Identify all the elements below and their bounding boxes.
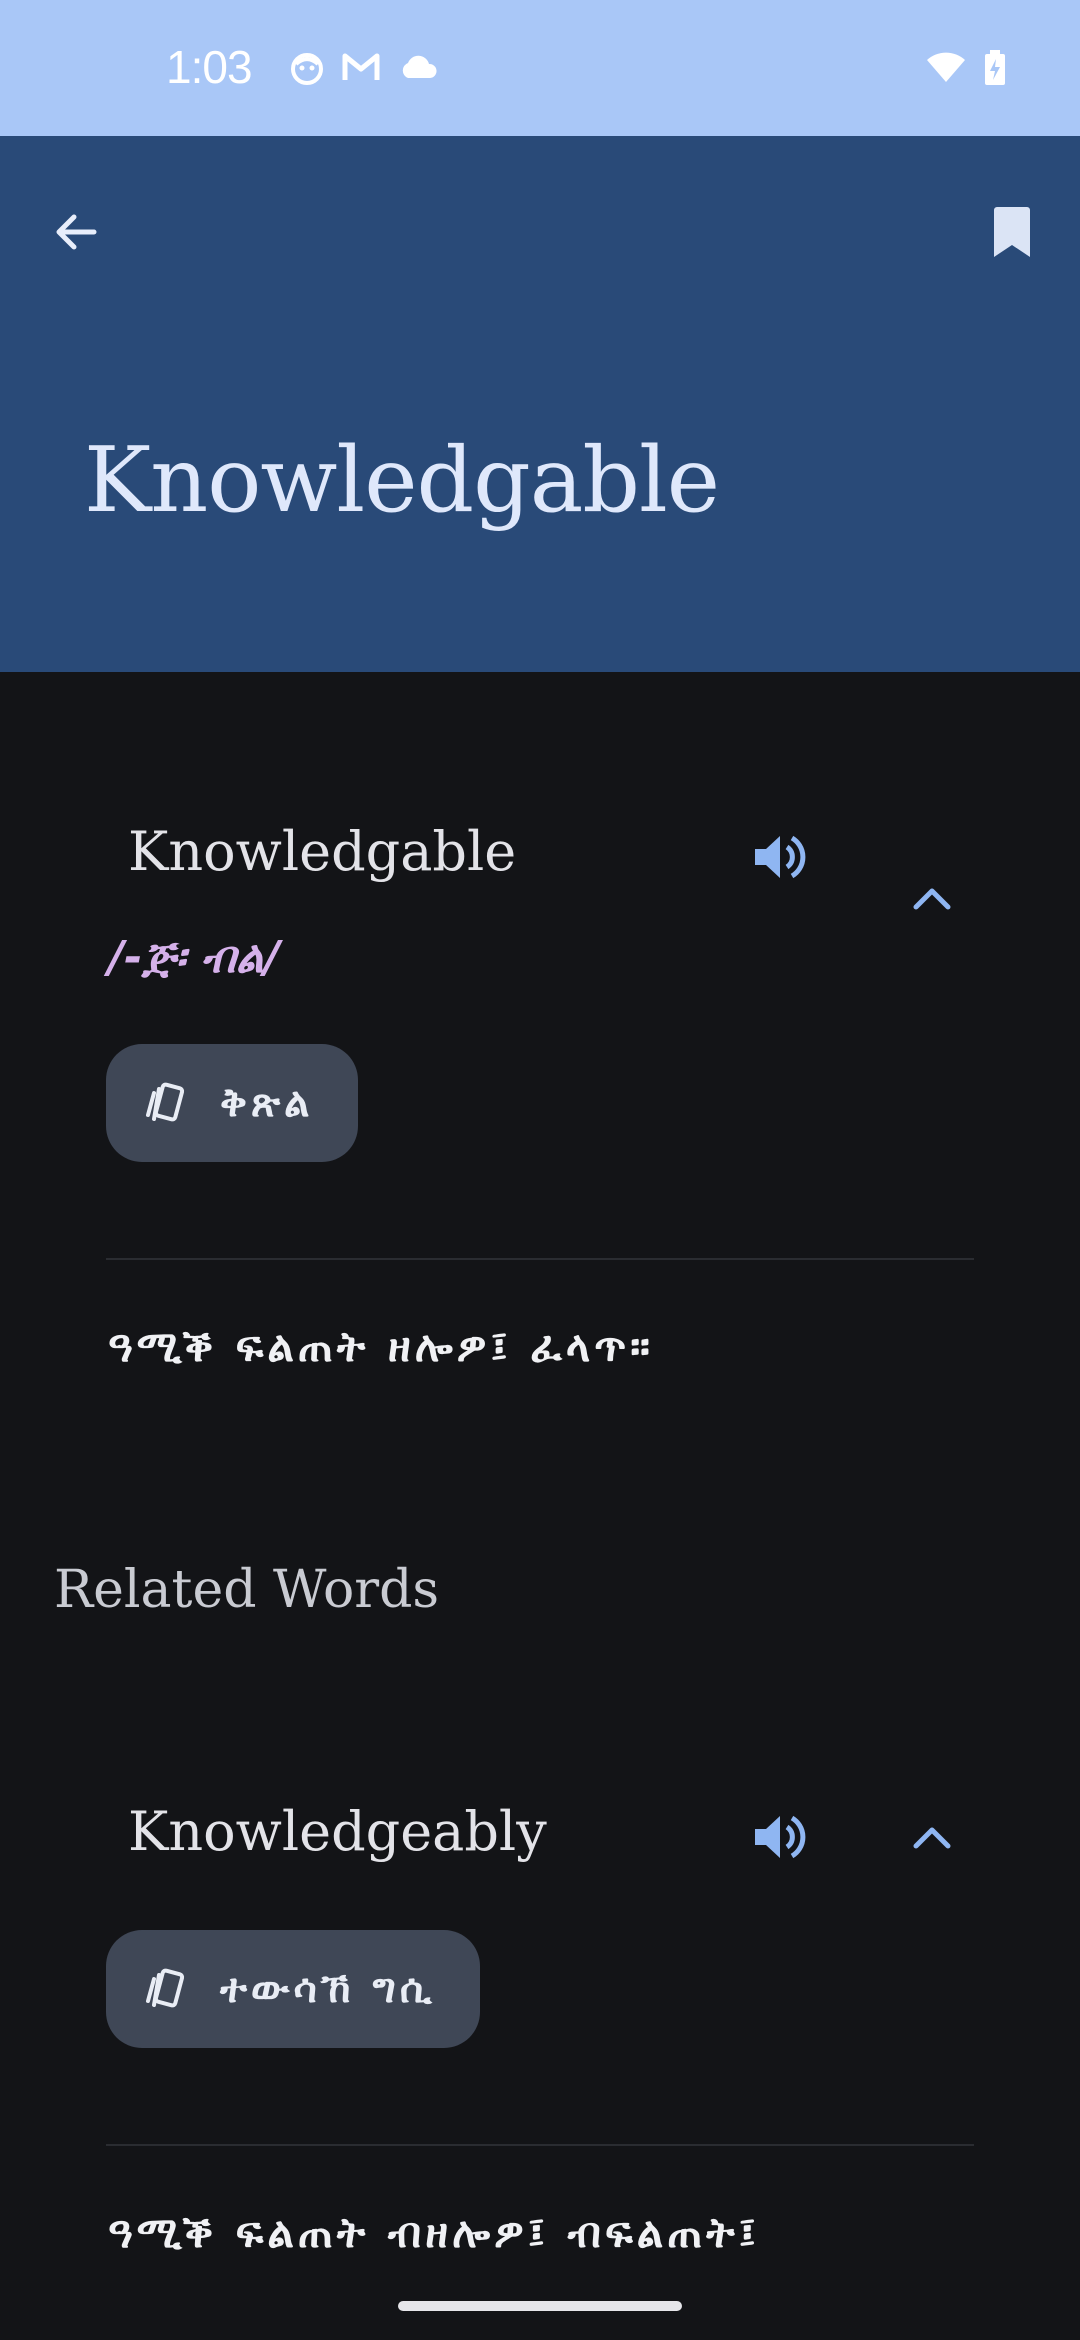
- related-definition-text: ዓሚቕ ፍልጠት ብዘሎዎ፤ ብፍልጠት፤: [108, 2208, 760, 2257]
- face-icon: [290, 52, 324, 90]
- part-of-speech-chip: ቅጽል: [106, 1044, 358, 1162]
- status-bar: 1:03: [0, 0, 1080, 136]
- pronunciation: /-ጅ፡ ብል/: [108, 932, 280, 983]
- definition-text: ዓሚቕ ፍልጠት ዘሎዎ፤ ፈላጥ።: [108, 1322, 654, 1371]
- back-button[interactable]: [38, 194, 114, 270]
- cards-icon: [146, 1082, 185, 1122]
- battery-charging-icon: [984, 50, 1006, 90]
- app-header: Knowledgable: [0, 136, 1080, 672]
- gmail-icon: [342, 52, 380, 90]
- status-icons-right: [926, 50, 1006, 90]
- related-entry-card: Knowledgeably ተውሳኸ ግሲ ዓሚቕ ፍልጠት ብዘሎዎ፤ ብፍል…: [54, 1760, 1026, 2340]
- wifi-icon: [926, 50, 966, 90]
- arrow-back-icon: [56, 214, 97, 250]
- chevron-up-icon: [913, 1827, 951, 1849]
- speaker-icon: [755, 835, 806, 879]
- related-part-of-speech-chip: ተውሳኸ ግሲ: [106, 1930, 480, 2048]
- main-entry-card: Knowledgable /-ጅ፡ ብል/ ቅጽል ዓሚቕ ፍልጠት ዘሎዎ፤ …: [54, 740, 1026, 1460]
- related-collapse-button[interactable]: [900, 1805, 964, 1869]
- related-words-heading: Related Words: [54, 1560, 440, 1620]
- entry-word: Knowledgable: [128, 820, 517, 883]
- status-icons-left: [290, 52, 438, 90]
- related-entry-word: Knowledgeably: [128, 1800, 547, 1863]
- pronounce-button[interactable]: [748, 825, 812, 889]
- divider: [106, 2144, 974, 2146]
- collapse-button[interactable]: [900, 866, 964, 930]
- related-part-of-speech-label: ተውሳኸ ግሲ: [220, 1966, 436, 2012]
- page-title: Knowledgable: [84, 428, 720, 533]
- bookmark-icon: [994, 207, 1030, 257]
- bookmark-button[interactable]: [974, 194, 1050, 270]
- cards-icon: [146, 1968, 185, 2008]
- speaker-icon: [755, 1815, 806, 1859]
- cloud-icon: [398, 52, 438, 90]
- divider: [106, 1258, 974, 1260]
- part-of-speech-label: ቅጽል: [220, 1080, 314, 1126]
- related-pronounce-button[interactable]: [748, 1805, 812, 1869]
- chevron-up-icon: [913, 888, 951, 910]
- status-time: 1:03: [166, 41, 253, 93]
- gesture-nav-handle[interactable]: [398, 2301, 682, 2311]
